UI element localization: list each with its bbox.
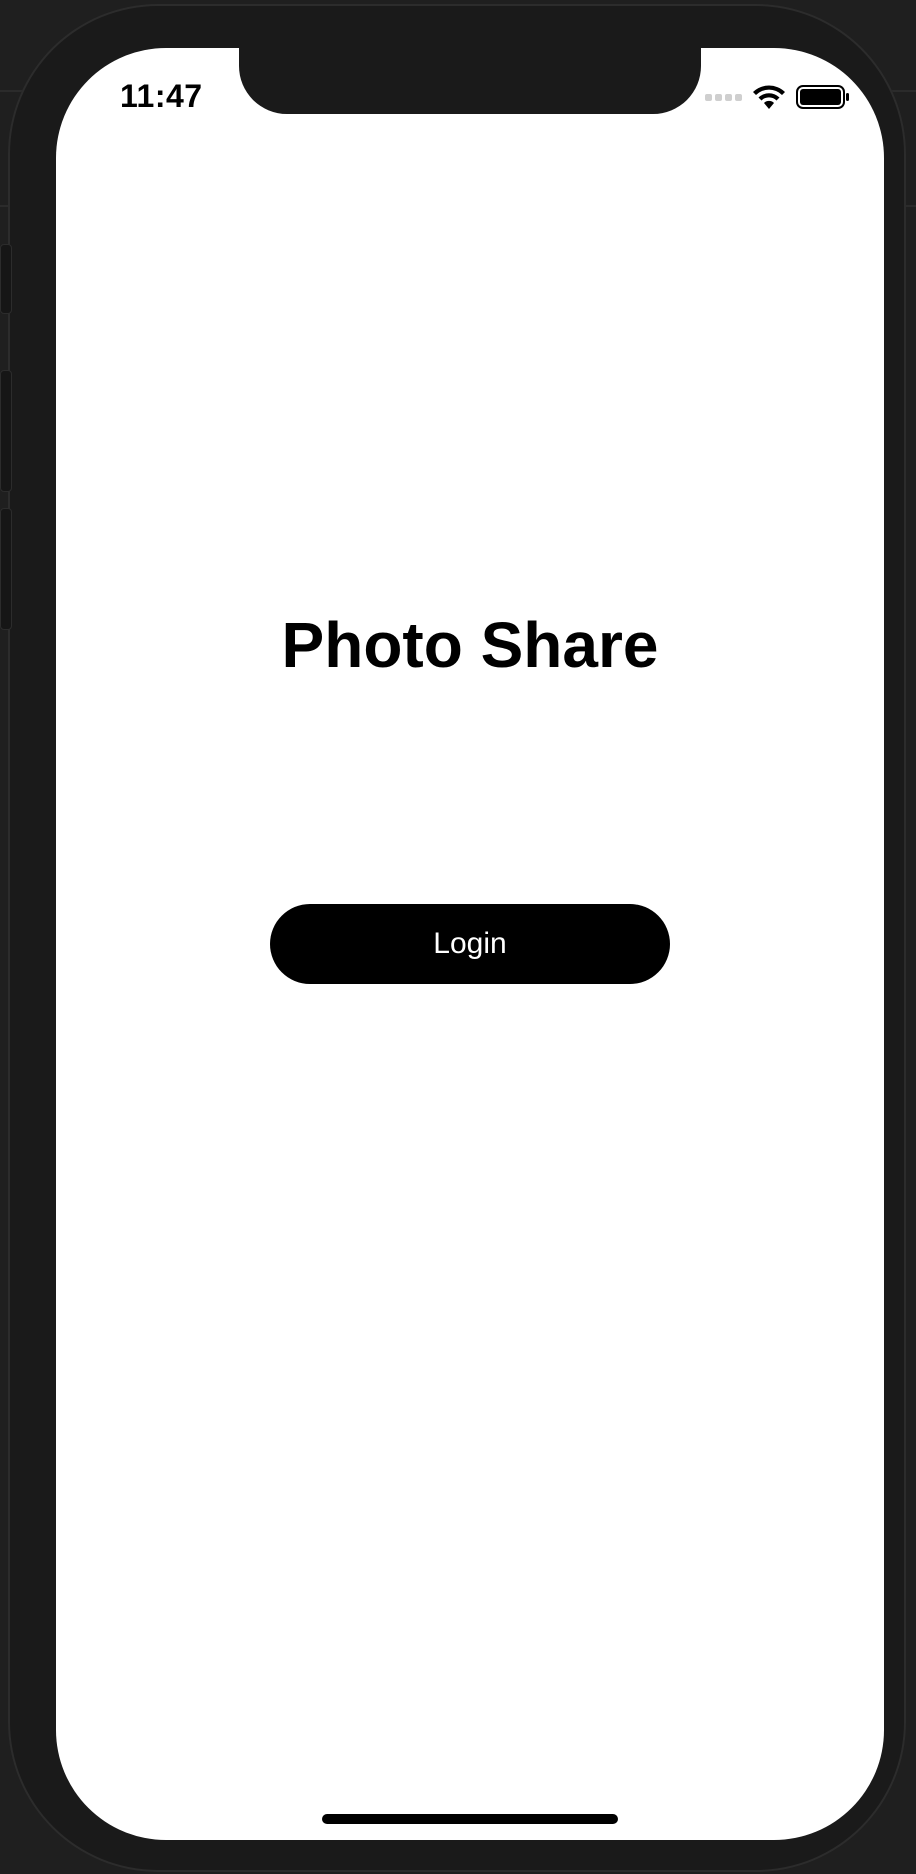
- volume-up-button: [0, 370, 12, 492]
- device-notch: [239, 48, 701, 114]
- cellular-signal-icon: [705, 93, 742, 101]
- wifi-icon: [753, 85, 785, 109]
- battery-icon: [796, 85, 849, 109]
- simulator-stage: 11:47 Photo Share Login: [0, 0, 916, 1874]
- app-screen: 11:47 Photo Share Login: [56, 48, 884, 1840]
- home-indicator[interactable]: [322, 1814, 618, 1824]
- volume-down-button: [0, 508, 12, 630]
- app-title: Photo Share: [281, 609, 659, 681]
- mute-switch: [0, 244, 12, 314]
- status-icons: [705, 84, 850, 110]
- status-time: 11:47: [120, 78, 203, 114]
- login-button[interactable]: Login: [270, 904, 670, 984]
- device-frame: 11:47 Photo Share Login: [0, 4, 906, 1872]
